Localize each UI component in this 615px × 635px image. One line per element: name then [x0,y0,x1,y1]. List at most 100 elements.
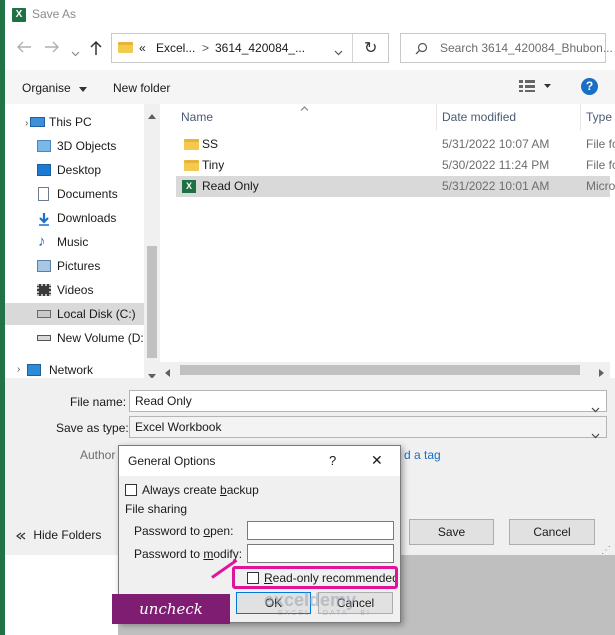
help-button[interactable]: ? [581,78,598,95]
save-button[interactable]: Save [409,519,494,545]
back-arrow-icon[interactable] [16,40,32,58]
file-type: Micro [586,179,615,193]
sidebar-item-new-volume[interactable]: New Volume (D: [5,327,144,349]
up-arrow-icon[interactable] [89,40,103,59]
file-row-tiny[interactable]: Tiny 5/30/2022 11:24 PM File fo [176,155,615,176]
sort-arrow-icon [300,100,309,114]
save-as-type-value: Excel Workbook [135,420,222,434]
chevron-down-icon[interactable] [334,45,343,59]
sidebar-item-local-disk[interactable]: Local Disk (C:) [5,303,144,325]
sidebar-item-label: This PC [49,115,92,129]
file-name: Read Only [202,179,259,193]
file-row-read-only[interactable]: X Read Only 5/31/2022 10:01 AM Micro [176,176,615,197]
folder-icon [118,42,133,53]
sidebar-item-label: Local Disk (C:) [57,307,136,321]
excel-app-icon: X [12,8,26,22]
scroll-thumb[interactable] [180,365,580,375]
network-icon [27,364,41,376]
cancel-button[interactable]: Cancel [509,519,595,545]
file-sharing-heading: File sharing [125,502,188,516]
file-name: Tiny [202,158,225,172]
sidebar-item-label: 3D Objects [57,139,117,153]
search-box[interactable]: Search 3614_420084_Bhubon... [400,33,613,63]
sidebar-item-label: Desktop [57,163,102,177]
sidebar-item-label: Downloads [57,211,117,225]
address-overflow[interactable]: « [139,41,146,55]
sidebar-item-label: Documents [57,187,118,201]
sidebar-item-pictures[interactable]: Pictures [5,255,144,277]
file-name-input[interactable]: Read Only [129,390,607,413]
recent-dropdown-icon[interactable] [71,44,80,61]
breadcrumb-excel[interactable]: Excel... [156,41,195,55]
column-divider [436,104,437,130]
column-header-date[interactable]: Date modified [442,106,516,128]
file-type: File fo [586,137,615,151]
dialog-help-button[interactable]: ? [329,453,336,468]
excel-file-icon: X [182,180,196,193]
scroll-thumb[interactable] [147,246,157,358]
password-to-open-input[interactable] [247,521,394,540]
forward-arrow-icon[interactable] [44,40,60,58]
password-to-modify-input[interactable] [247,544,394,563]
sidebar-item-videos[interactable]: Videos [5,279,144,301]
save-as-type-select[interactable]: Excel Workbook [129,416,607,439]
sidebar-item-music[interactable]: ♪ Music [5,231,144,253]
dialog-titlebar: General Options ? ✕ [119,446,400,476]
chevron-down-icon[interactable] [591,425,600,445]
password-to-open-label: Password to open: [134,524,234,538]
documents-icon [38,187,49,201]
dialog-close-button[interactable]: ✕ [371,452,383,469]
file-name-label: File name: [70,395,127,409]
address-bar[interactable]: « Excel... > 3614_420084_... ↻ [111,33,389,63]
always-create-backup-checkbox[interactable] [125,484,137,496]
sidebar-item-3d-objects[interactable]: 3D Objects [5,135,144,157]
sidebar-item-this-pc[interactable]: › This PC [5,111,144,133]
password-to-modify-label: Password to modify: [134,547,243,561]
scroll-up-icon[interactable] [148,108,156,122]
search-icon [415,42,428,58]
3d-objects-icon [37,140,51,152]
dialog-title: General Options [128,454,216,468]
navigation-pane: › This PC 3D Objects Desktop Documents D… [5,100,144,380]
new-folder-button[interactable]: New folder [113,74,170,102]
file-list-hscrollbar[interactable] [160,362,610,378]
breadcrumb-folder[interactable]: 3614_420084_... [215,41,305,55]
refresh-icon[interactable]: ↻ [364,38,377,58]
organise-label: Organise [22,81,71,95]
local-disk-icon [37,310,51,318]
desktop-icon [37,164,51,176]
navigation-scrollbar[interactable] [144,104,160,379]
downloads-icon [37,211,51,233]
sidebar-item-documents[interactable]: Documents [5,183,144,205]
folder-icon [184,160,199,171]
pictures-icon [37,260,51,272]
videos-icon [37,284,51,296]
watermark-logo: exceldemy [264,590,357,610]
column-header-type[interactable]: Type [586,106,612,128]
sidebar-item-label: Pictures [57,259,101,273]
file-row-ss[interactable]: SS 5/31/2022 10:07 AM File fo [176,134,615,155]
hide-folders-label: Hide Folders [33,528,102,542]
file-name: SS [202,137,219,151]
drive-icon [37,335,51,341]
sidebar-item-downloads[interactable]: Downloads [5,207,144,229]
column-divider [580,104,581,130]
column-header-name[interactable]: Name [181,106,213,128]
address-divider [352,34,353,62]
always-create-backup-label: Always create backup [142,483,259,497]
breadcrumb-separator: > [202,41,210,55]
save-as-type-label: Save as type: [56,421,129,435]
organise-button[interactable]: Organise [22,74,88,102]
sidebar-item-label: New Volume (D: [57,331,144,345]
add-tag-link[interactable]: d a tag [404,448,441,462]
hide-folders-button[interactable]: Hide Folders [16,528,101,542]
music-icon: ♪ [38,233,46,250]
file-date: 5/31/2022 10:01 AM [442,179,550,193]
sidebar-item-desktop[interactable]: Desktop [5,159,144,181]
view-options-icon[interactable] [519,80,551,95]
file-type: File fo [586,158,615,172]
sidebar-item-label: Music [57,235,89,249]
read-only-highlight-box [232,566,398,589]
file-name-value: Read Only [135,394,192,408]
watermark-tagline: EXCEL · DATA · BI [278,610,371,617]
